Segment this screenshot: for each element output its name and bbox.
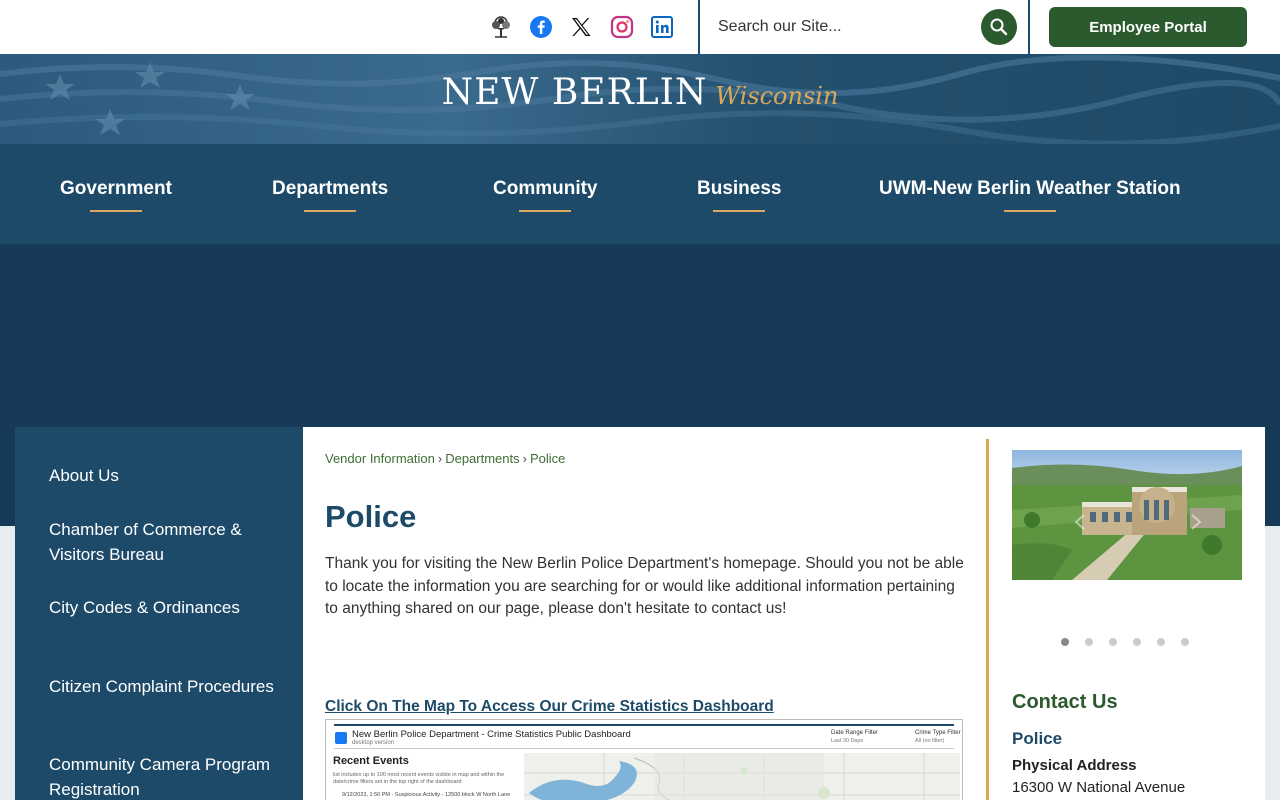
carousel-dot-1[interactable] [1061, 638, 1069, 646]
logo-subtext: Wisconsin [715, 82, 839, 110]
dashboard-filter2-value: All (no filter) [915, 738, 945, 744]
site-logo[interactable]: NEW BERLIN Wisconsin [0, 72, 1280, 113]
contact-heading: Contact Us [1012, 691, 1118, 713]
carousel-dot-2[interactable] [1085, 638, 1093, 646]
search-button[interactable] [981, 9, 1017, 45]
nav-community[interactable]: Community [493, 178, 598, 212]
top-utility-bar: Employee Portal [0, 0, 1280, 54]
carousel-dot-4[interactable] [1133, 638, 1141, 646]
nav-weather-station[interactable]: UWM-New Berlin Weather Station [879, 178, 1181, 212]
breadcrumb: Vendor Information › Departments › Police [325, 451, 566, 466]
dashboard-note: list includes up to 100 most recent even… [333, 772, 505, 785]
logo-text: NEW BERLIN [441, 72, 708, 113]
address-value: 16300 W National Avenue [1012, 779, 1186, 796]
tree-logo-icon[interactable] [488, 14, 514, 40]
carousel-dot-3[interactable] [1109, 638, 1117, 646]
dashboard-filter1: Date Range Filter [831, 730, 879, 736]
dashboard-filter2: Crime Type Filter [915, 730, 961, 736]
nav-departments[interactable]: Departments [272, 178, 388, 212]
search-icon [990, 18, 1008, 36]
sidebar-item-city-codes[interactable]: City Codes & Ordinances [49, 595, 279, 620]
instagram-icon[interactable] [609, 14, 635, 40]
dashboard-facebook-icon [335, 732, 347, 744]
search-input[interactable] [718, 14, 968, 40]
sidebar-item-complaint[interactable]: Citizen Complaint Procedures [49, 674, 279, 699]
sidebar-nav: About Us Chamber of Commerce & Visitors … [15, 427, 303, 800]
address-label: Physical Address [1012, 757, 1137, 774]
dashboard-recent-events: Recent Events [333, 755, 409, 767]
carousel-image[interactable] [1012, 450, 1242, 580]
police-building-photo [1012, 450, 1242, 580]
dashboard-event: 9/12/2023, 1:50 PM - Suspicious Activity… [342, 792, 511, 798]
breadcrumb-vendor[interactable]: Vendor Information [325, 451, 435, 466]
contact-department[interactable]: Police [1012, 729, 1062, 749]
sidebar-item-camera[interactable]: Community Camera Program Registration [49, 752, 279, 800]
sidebar-item-chamber[interactable]: Chamber of Commerce & Visitors Bureau [49, 517, 279, 567]
carousel-dot-5[interactable] [1157, 638, 1165, 646]
linkedin-icon[interactable] [649, 14, 675, 40]
dashboard-map [524, 753, 960, 800]
sidebar-item-about-us[interactable]: About Us [49, 463, 279, 488]
page-title: Police [325, 499, 417, 534]
crime-dashboard-link[interactable]: Click On The Map To Access Our Crime Sta… [325, 698, 774, 716]
breadcrumb-police[interactable]: Police [530, 451, 565, 466]
intro-text: Thank you for visiting the New Berlin Po… [325, 555, 964, 618]
carousel-dot-6[interactable] [1181, 638, 1189, 646]
site-header: NEW BERLIN Wisconsin Government Departmen… [0, 54, 1280, 244]
breadcrumb-departments[interactable]: Departments [445, 451, 519, 466]
employee-portal-button[interactable]: Employee Portal [1049, 7, 1247, 47]
right-column-divider [986, 439, 989, 800]
crime-dashboard-image[interactable]: New Berlin Police Department - Crime Sta… [325, 719, 963, 800]
dashboard-filter1-value: Last 30 Days [831, 738, 864, 744]
search-box [698, 0, 1030, 54]
x-twitter-icon[interactable] [568, 14, 594, 40]
facebook-icon[interactable] [528, 14, 554, 40]
carousel-dots [1061, 638, 1189, 646]
nav-government[interactable]: Government [60, 178, 172, 212]
nav-business[interactable]: Business [697, 178, 781, 212]
dashboard-subtitle: desktop version [352, 740, 395, 746]
dashboard-title: New Berlin Police Department - Crime Sta… [352, 729, 631, 740]
